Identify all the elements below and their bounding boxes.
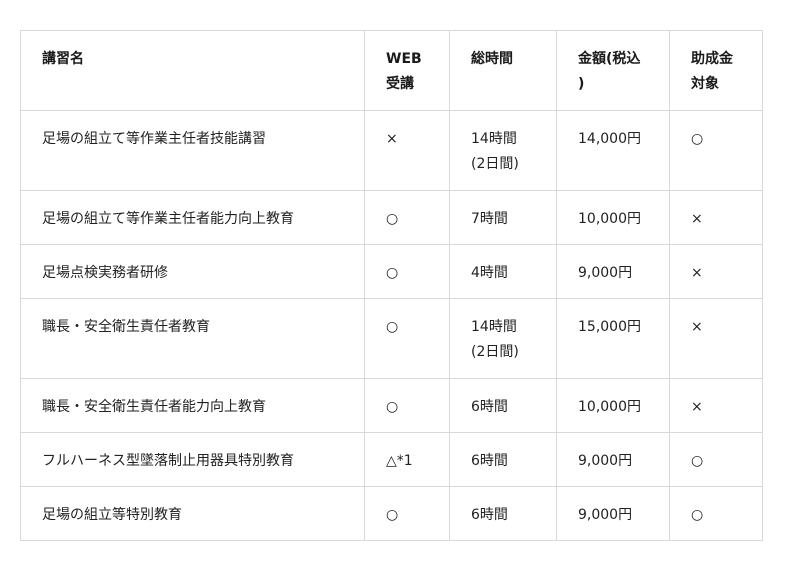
cell-web: × [364,110,450,191]
cell-hours: 4時間 [449,244,557,299]
cell-subsidy: × [669,378,763,433]
cell-price: 10,000円 [556,378,670,433]
course-table-container: 講習名 WEB 受講 総時間 金額(税込 ) 助成金 対象 足場の組立て等作業主… [20,30,763,541]
header-price: 金額(税込 ) [556,30,670,111]
table-row: フルハーネス型墜落制止用器具特別教育 △*1 6時間 9,000円 ○ [20,432,763,487]
table-header-row: 講習名 WEB 受講 総時間 金額(税込 ) 助成金 対象 [20,30,763,111]
cell-course: 職長・安全衛生責任者教育 [20,298,365,379]
cell-subsidy: × [669,190,763,245]
cell-price: 14,000円 [556,110,670,191]
cell-hours: 6時間 [449,486,557,541]
cell-web: ○ [364,486,450,541]
header-web: WEB 受講 [364,30,450,111]
table-row: 足場の組立て等作業主任者能力向上教育 ○ 7時間 10,000円 × [20,190,763,245]
cell-course: フルハーネス型墜落制止用器具特別教育 [20,432,365,487]
cell-course: 職長・安全衛生責任者能力向上教育 [20,378,365,433]
cell-subsidy: × [669,244,763,299]
cell-hours: 7時間 [449,190,557,245]
table-row: 足場の組立等特別教育 ○ 6時間 9,000円 ○ [20,486,763,541]
cell-price: 9,000円 [556,486,670,541]
table-row: 足場の組立て等作業主任者技能講習 × 14時間 (2日間) 14,000円 ○ [20,110,763,191]
cell-subsidy: ○ [669,110,763,191]
cell-hours: 6時間 [449,432,557,487]
cell-price: 9,000円 [556,244,670,299]
cell-course: 足場の組立等特別教育 [20,486,365,541]
cell-subsidy: ○ [669,486,763,541]
table-row: 職長・安全衛生責任者能力向上教育 ○ 6時間 10,000円 × [20,378,763,433]
cell-hours: 14時間 (2日間) [449,298,557,379]
cell-web: ○ [364,298,450,379]
cell-web: ○ [364,378,450,433]
table-row: 職長・安全衛生責任者教育 ○ 14時間 (2日間) 15,000円 × [20,298,763,379]
course-table: 講習名 WEB 受講 総時間 金額(税込 ) 助成金 対象 足場の組立て等作業主… [20,30,763,541]
cell-web: △*1 [364,432,450,487]
cell-price: 9,000円 [556,432,670,487]
table-row: 足場点検実務者研修 ○ 4時間 9,000円 × [20,244,763,299]
cell-web: ○ [364,244,450,299]
cell-course: 足場点検実務者研修 [20,244,365,299]
cell-price: 10,000円 [556,190,670,245]
cell-hours: 6時間 [449,378,557,433]
cell-price: 15,000円 [556,298,670,379]
cell-course: 足場の組立て等作業主任者能力向上教育 [20,190,365,245]
cell-hours: 14時間 (2日間) [449,110,557,191]
cell-subsidy: × [669,298,763,379]
cell-subsidy: ○ [669,432,763,487]
header-hours: 総時間 [449,30,557,111]
cell-course: 足場の組立て等作業主任者技能講習 [20,110,365,191]
header-subsidy: 助成金 対象 [669,30,763,111]
cell-web: ○ [364,190,450,245]
header-course: 講習名 [20,30,365,111]
